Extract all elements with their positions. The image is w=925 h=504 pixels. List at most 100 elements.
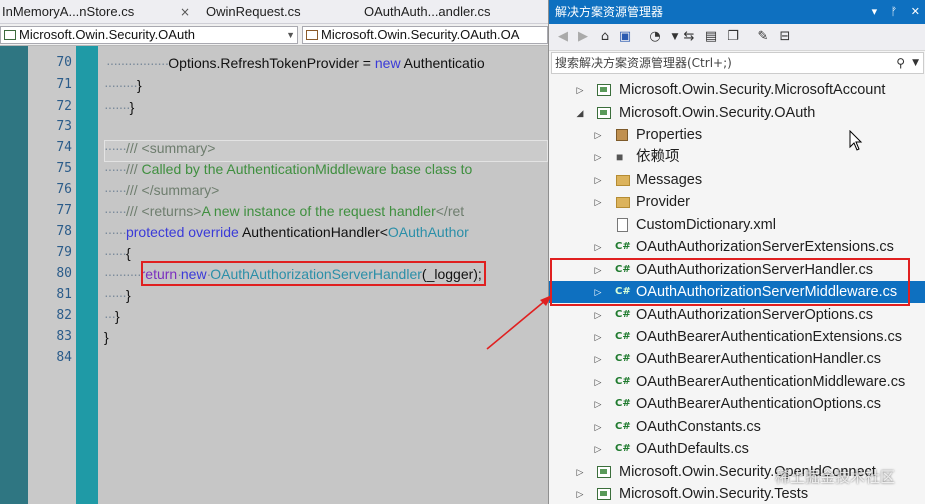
project-icon	[4, 30, 16, 40]
solution-explorer-title: 解决方案资源管理器 ▾ ᚠ ✕	[549, 0, 925, 24]
tree-item-label: OAuthBearerAuthenticationMiddleware.cs	[636, 374, 906, 390]
tree-item-provider-folder[interactable]: ▷ Provider	[549, 191, 925, 213]
class-icon	[306, 30, 318, 40]
csharp-file-icon: C#	[615, 398, 631, 409]
code-line-72: ·······}	[104, 99, 135, 115]
tree-item-messages-folder[interactable]: ▷ Messages	[549, 169, 925, 191]
tree-item-microsoftaccount[interactable]: ▷ Microsoft.Owin.Security.MicrosoftAccou…	[549, 79, 925, 101]
code-line-83: }	[104, 329, 109, 345]
tree-item-customdictionary[interactable]: CustomDictionary.xml	[549, 214, 925, 236]
sync-icon[interactable]: ⇆	[681, 29, 697, 45]
dropdown-icon[interactable]: ▾	[872, 5, 878, 18]
document-tab-bar: InMemoryA...nStore.cs × OwinRequest.cs O…	[0, 0, 548, 24]
expand-icon[interactable]: ▷	[593, 169, 603, 191]
tree-item-server-options[interactable]: ▷ C# OAuthAuthorizationServerOptions.cs	[549, 304, 925, 326]
solution-search-input[interactable]: 搜索解决方案资源管理器(Ctrl+;) ⚲ ▼	[551, 52, 924, 74]
line-number: 76	[56, 182, 72, 197]
tree-item-bearer-extensions[interactable]: ▷ C# OAuthBearerAuthenticationExtensions…	[549, 326, 925, 348]
expand-icon[interactable]: ▷	[593, 416, 603, 438]
expand-icon[interactable]: ▷	[593, 348, 603, 370]
folder-icon	[616, 197, 630, 208]
expand-icon[interactable]: ▷	[593, 326, 603, 348]
tree-item-label: OAuthDefaults.cs	[636, 441, 749, 457]
tree-item-label: OAuthAuthorizationServerOptions.cs	[636, 307, 873, 323]
tree-item-label: Microsoft.Owin.Security.OAuth	[619, 105, 816, 121]
preview-icon[interactable]: ⊟	[777, 29, 793, 45]
code-line-78: ······protected override AuthenticationH…	[104, 224, 469, 240]
tree-item-oauth-project[interactable]: ◢ Microsoft.Owin.Security.OAuth	[549, 102, 925, 124]
expand-icon[interactable]: ▷	[593, 371, 603, 393]
close-icon[interactable]: ✕	[911, 5, 920, 18]
annotation-highlight-box	[141, 261, 486, 286]
search-icon[interactable]: ⚲	[896, 53, 905, 73]
expand-icon[interactable]: ▷	[593, 124, 603, 146]
tree-item-bearer-handler[interactable]: ▷ C# OAuthBearerAuthenticationHandler.cs	[549, 348, 925, 370]
home-icon[interactable]: ⌂	[597, 29, 613, 45]
project-dropdown[interactable]: Microsoft.Owin.Security.OAuth ▼	[0, 26, 298, 44]
pending-changes-icon[interactable]: ◔	[647, 29, 663, 45]
tree-item-label: CustomDictionary.xml	[636, 217, 776, 233]
line-number: 82	[56, 308, 72, 323]
code-line-81: ······}	[104, 287, 131, 303]
tree-item-dependencies[interactable]: ▷ ■ 依赖项	[549, 146, 925, 168]
tree-item-oauth-defaults[interactable]: ▷ C# OAuthDefaults.cs	[549, 438, 925, 460]
project-icon	[597, 107, 611, 119]
project-icon	[597, 84, 611, 96]
line-number: 77	[56, 203, 72, 218]
properties-wrench-icon[interactable]: ✎	[755, 29, 771, 45]
expand-icon[interactable]: ▷	[593, 146, 603, 168]
expand-icon[interactable]: ▷	[593, 304, 603, 326]
line-number: 73	[56, 119, 72, 134]
panel-title: 解决方案资源管理器	[555, 5, 664, 19]
line-number: 81	[56, 287, 72, 302]
tree-item-label: OAuthBearerAuthenticationOptions.cs	[636, 396, 882, 412]
csharp-file-icon: C#	[615, 241, 631, 252]
mouse-cursor-icon	[849, 130, 863, 151]
chevron-down-icon: ▼	[286, 30, 295, 40]
tree-item-label: OAuthBearerAuthenticationHandler.cs	[636, 351, 882, 367]
tree-item-bearer-options[interactable]: ▷ C# OAuthBearerAuthenticationOptions.cs	[549, 393, 925, 415]
code-line-82: ···}	[104, 308, 120, 324]
expand-icon[interactable]: ▷	[575, 483, 585, 504]
expand-icon[interactable]: ▷	[593, 191, 603, 213]
forward-icon[interactable]: ▶	[575, 29, 591, 45]
code-line-74: ······/// <summary>	[104, 140, 216, 156]
expand-icon[interactable]: ▷	[593, 236, 603, 258]
tab-oauth-handler[interactable]: OAuthAuth...andler.cs	[364, 0, 490, 24]
tree-item-server-extensions[interactable]: ▷ C# OAuthAuthorizationServerExtensions.…	[549, 236, 925, 258]
close-icon[interactable]: ×	[180, 0, 190, 24]
expand-icon[interactable]: ▷	[575, 461, 585, 483]
code-line-76: ······/// </summary>	[104, 182, 220, 198]
chevron-down-icon[interactable]: ▼	[912, 53, 919, 73]
tree-item-label: Messages	[636, 172, 703, 188]
change-tracking-bar	[76, 46, 98, 504]
type-dropdown[interactable]: Microsoft.Owin.Security.OAuth.OA	[302, 26, 548, 44]
line-number: 74	[56, 140, 72, 155]
collapse-all-icon[interactable]: ▤	[703, 29, 719, 45]
tab-owin-request[interactable]: OwinRequest.cs	[206, 0, 301, 24]
line-number: 70	[56, 55, 72, 70]
watermark: 稀土掘金技术社区	[775, 468, 896, 486]
show-all-files-icon[interactable]: ❐	[725, 29, 741, 45]
expand-icon[interactable]: ▷	[593, 438, 603, 460]
code-line-75: ······/// Called by the AuthenticationMi…	[104, 161, 473, 177]
tree-item-label: OAuthBearerAuthenticationExtensions.cs	[636, 329, 902, 345]
tree-item-label: Microsoft.Owin.Security.MicrosoftAccount	[619, 82, 886, 98]
tree-item-bearer-middleware[interactable]: ▷ C# OAuthBearerAuthenticationMiddleware…	[549, 371, 925, 393]
collapse-icon[interactable]: ◢	[575, 102, 585, 124]
tree-item-oauth-constants[interactable]: ▷ C# OAuthConstants.cs	[549, 416, 925, 438]
navigation-bar: Microsoft.Owin.Security.OAuth ▼ Microsof…	[0, 24, 548, 46]
properties-icon	[616, 129, 628, 141]
tree-item-properties[interactable]: ▷ Properties	[549, 124, 925, 146]
annotation-arrow	[486, 295, 552, 350]
switch-views-icon[interactable]: ▣	[617, 29, 633, 45]
code-line-77: ······/// <returns>A new instance of the…	[104, 203, 465, 219]
search-placeholder: 搜索解决方案资源管理器(Ctrl+;)	[555, 56, 732, 70]
code-editor[interactable]: InMemoryA...nStore.cs × OwinRequest.cs O…	[0, 0, 548, 504]
tab-inmemory-store[interactable]: InMemoryA...nStore.cs	[2, 0, 134, 24]
pin-icon[interactable]: ᚠ	[891, 5, 898, 18]
expand-icon[interactable]: ▷	[575, 79, 585, 101]
tree-item-label: OAuthConstants.cs	[636, 419, 761, 435]
expand-icon[interactable]: ▷	[593, 393, 603, 415]
back-icon[interactable]: ◀	[555, 29, 571, 45]
